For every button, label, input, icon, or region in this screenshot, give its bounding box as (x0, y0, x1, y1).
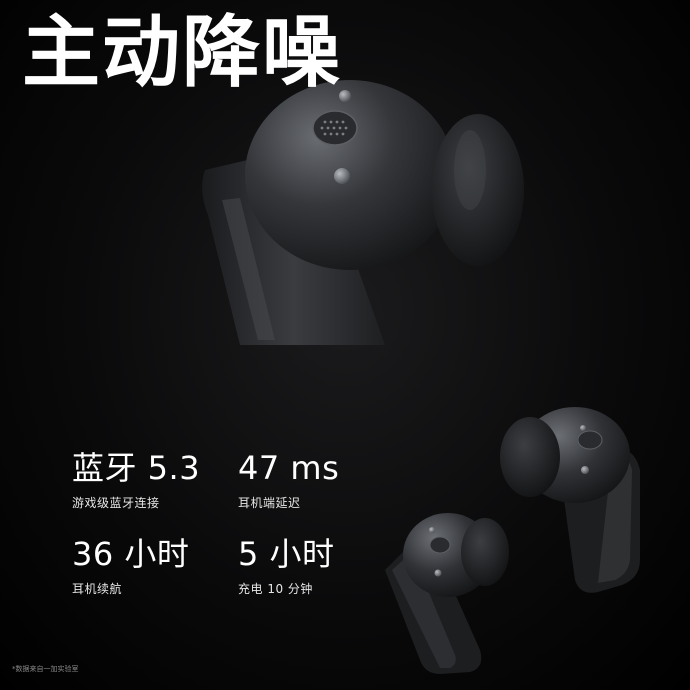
spec-caption: 耳机续航 (72, 582, 123, 596)
spec-value: 蓝牙 5.3 (72, 449, 201, 487)
spec-caption: 充电 10 分钟 (238, 582, 313, 596)
footnote: *数据来自一加实验室 (12, 665, 79, 673)
earbud-pair-image (385, 407, 640, 674)
spec-fast-charge: 5 小时 充电 10 分钟 (238, 538, 335, 597)
spec-battery: 36 小时 耳机续航 (72, 538, 189, 597)
spec-caption: 游戏级蓝牙连接 (72, 496, 160, 510)
spec-bluetooth: 蓝牙 5.3 游戏级蓝牙连接 (72, 452, 200, 511)
spec-value: 5 小时 (238, 535, 335, 573)
spec-latency: 47 ms 耳机端延迟 (238, 452, 339, 511)
spec-value: 36 小时 (72, 535, 190, 573)
spec-value: 47 ms (238, 449, 340, 487)
headline: 主动降噪 (22, 8, 343, 98)
earbud-body-shape (245, 80, 455, 270)
spec-caption: 耳机端延迟 (238, 496, 301, 510)
